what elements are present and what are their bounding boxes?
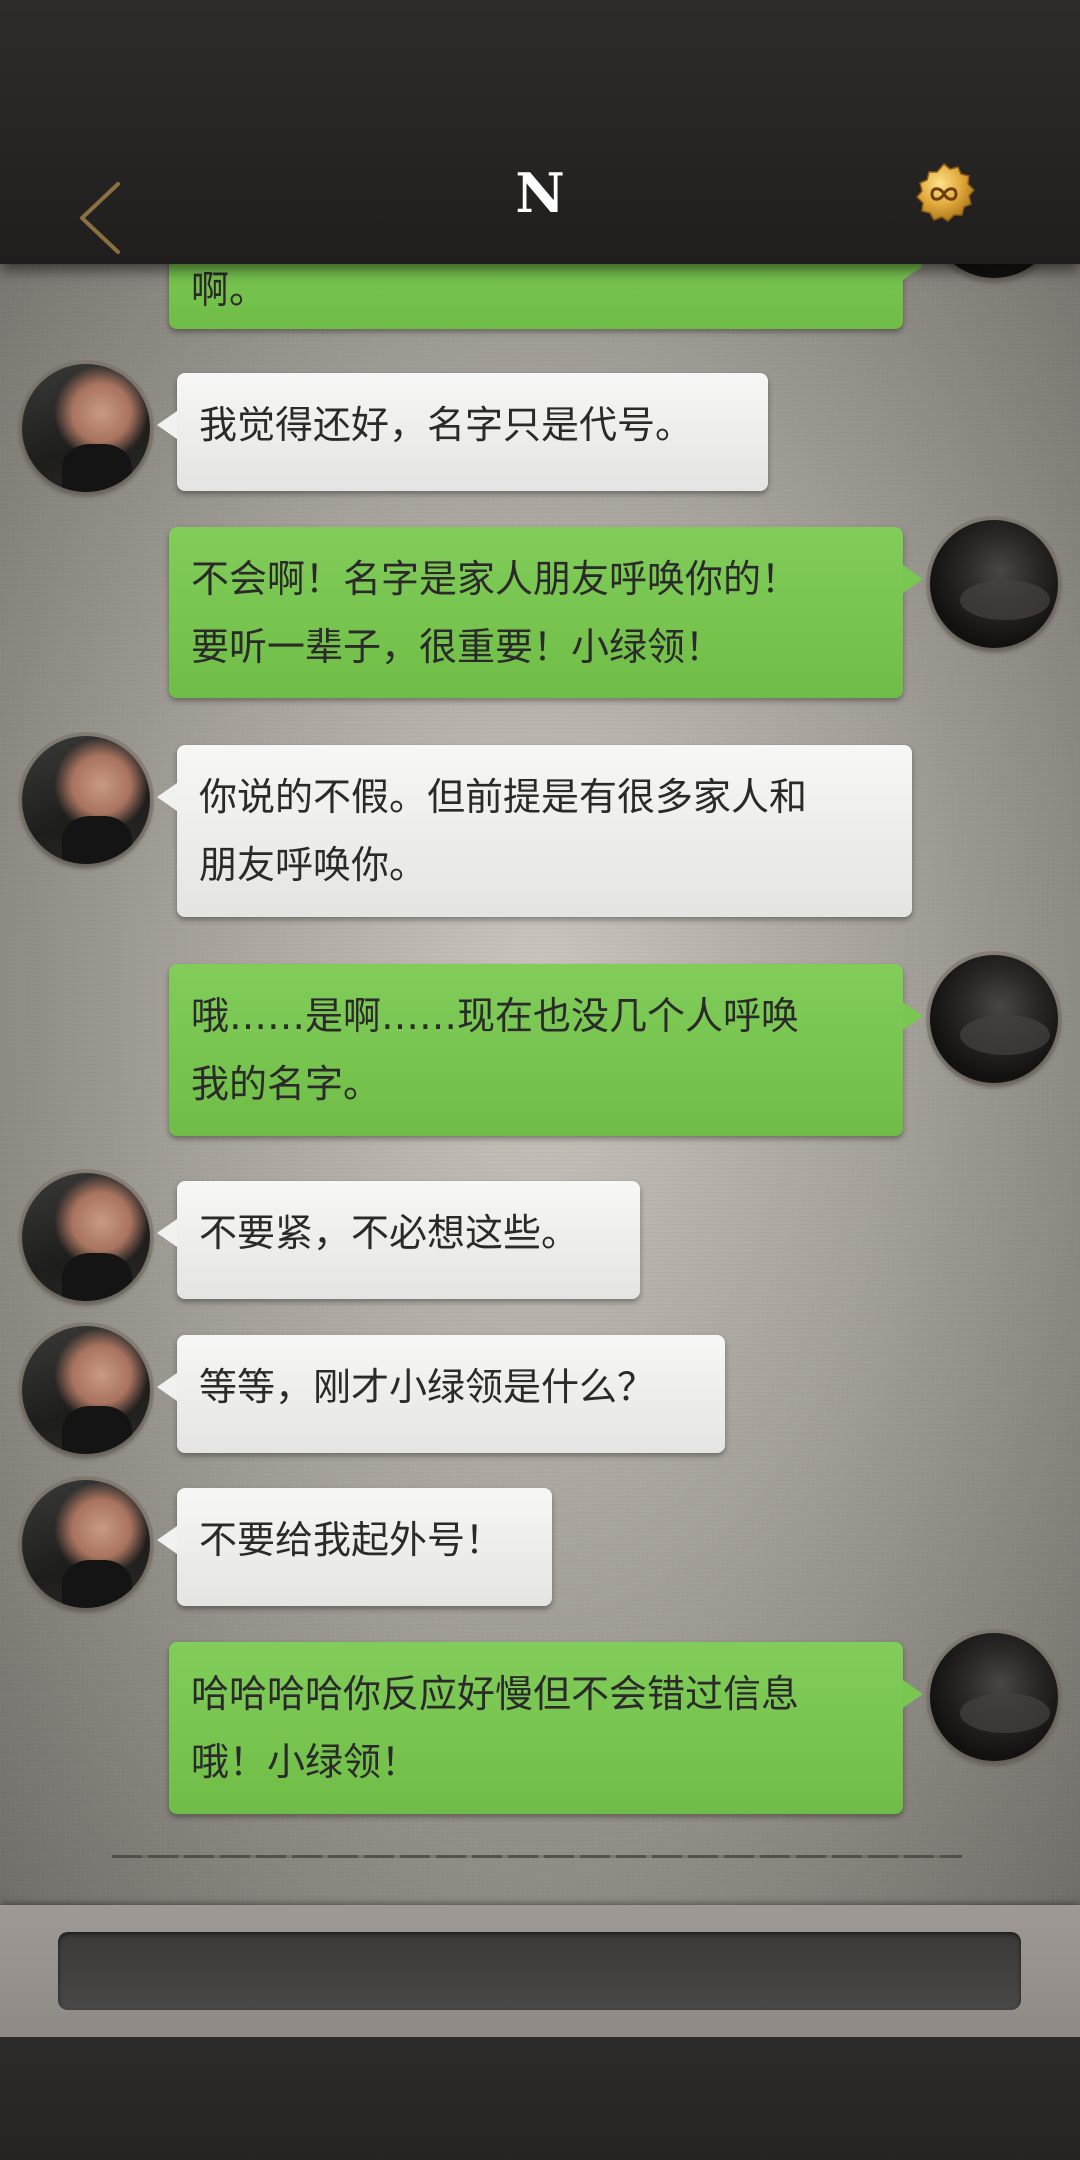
avatar-contact[interactable] (22, 364, 150, 492)
message-bubble-received[interactable]: 等等，刚才小绿领是什么？ (157, 1335, 725, 1453)
message-bubble-received[interactable]: 我觉得还好，名字只是代号。 (157, 373, 768, 491)
avatar-contact[interactable] (22, 1326, 150, 1454)
top-bar: N (0, 0, 1080, 264)
divider (112, 1855, 962, 1858)
avatar-contact[interactable] (22, 1480, 150, 1608)
avatar-self[interactable] (930, 520, 1058, 648)
infinity-badge-button[interactable] (912, 162, 976, 226)
avatar-self[interactable] (930, 1633, 1058, 1761)
input-bar (0, 1905, 1080, 2037)
avatar-self[interactable] (930, 955, 1058, 1083)
avatar-contact[interactable] (22, 1173, 150, 1301)
message-bubble-sent[interactable]: 哈哈哈哈你反应好慢但不会错过信息 哦！小绿领！ (169, 1642, 923, 1814)
message-bubble-sent[interactable]: 哦……是啊……现在也没几个人呼唤 我的名字。 (169, 964, 923, 1136)
chat-screen: 啊。 我觉得还好，名字只是代号。 不会啊！名字是家人朋友呼唤你的！ 要听一辈子，… (0, 0, 1080, 2160)
message-input[interactable] (58, 1932, 1021, 2010)
message-bubble-sent[interactable]: 不会啊！名字是家人朋友呼唤你的！ 要听一辈子，很重要！小绿领！ (169, 527, 923, 698)
message-bubble-received[interactable]: 不要给我起外号！ (157, 1488, 552, 1606)
message-bubble-received[interactable]: 不要紧，不必想这些。 (157, 1181, 640, 1299)
avatar-contact[interactable] (22, 736, 150, 864)
message-bubble-received[interactable]: 你说的不假。但前提是有很多家人和 朋友呼唤你。 (157, 745, 912, 917)
bottom-bar (0, 2037, 1080, 2160)
infinity-badge-icon (915, 162, 976, 222)
